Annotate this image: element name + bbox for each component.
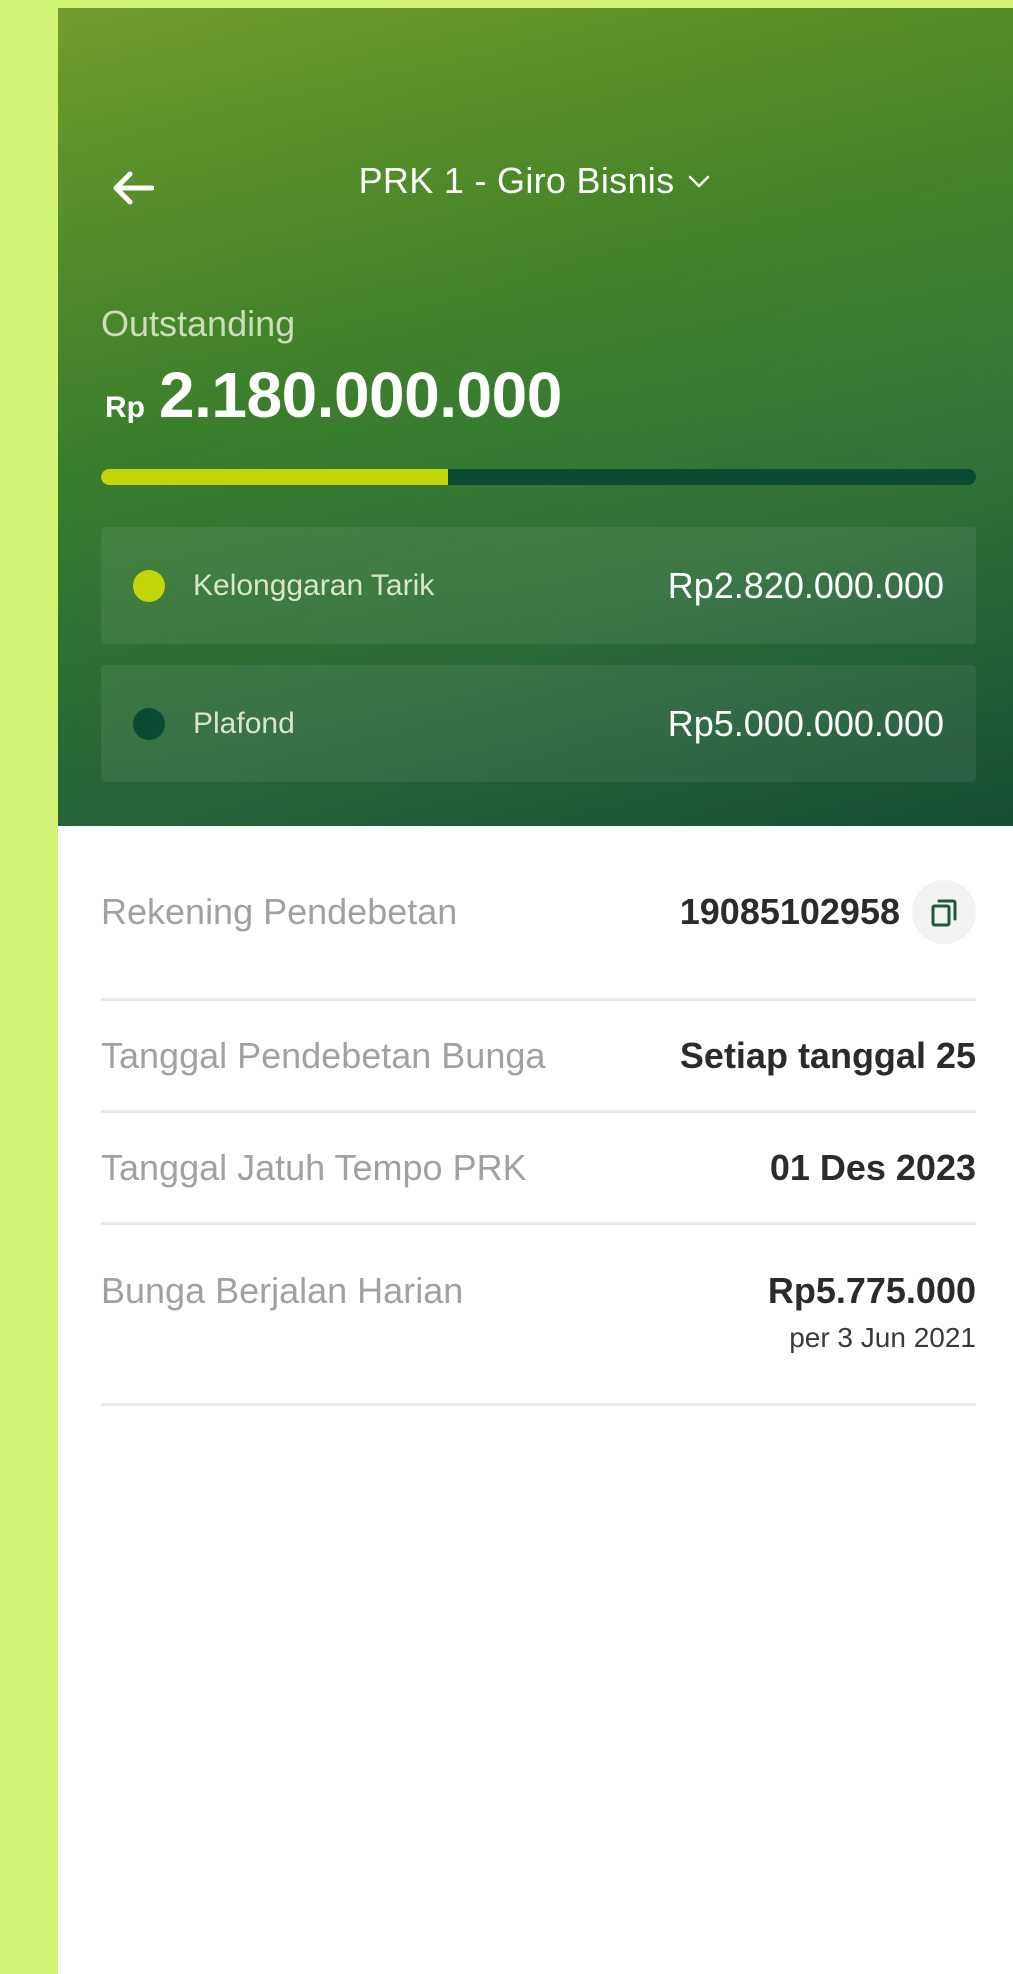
currency-label: Rp	[105, 391, 145, 424]
detail-label: Tanggal Pendebetan Bunga	[101, 1034, 546, 1076]
copy-button[interactable]	[912, 880, 976, 944]
usage-progress-fill	[101, 469, 448, 485]
info-card-kelonggaran-tarik: Kelonggaran Tarik Rp2.820.000.000	[101, 527, 976, 644]
account-details: Rekening Pendebetan 19085102958 Tanggal …	[101, 826, 976, 1406]
account-title: PRK 1 - Giro Bisnis	[358, 160, 675, 201]
detail-value: Setiap tanggal 25	[679, 1034, 976, 1076]
legend-dot	[133, 707, 165, 740]
detail-value-stack: Rp5.775.000 per 3 Jun 2021	[768, 1270, 976, 1354]
detail-value-group: 19085102958	[680, 880, 976, 944]
detail-row-tanggal-pendebetan-bunga: Tanggal Pendebetan Bunga Setiap tanggal …	[101, 1001, 976, 1113]
amount-value: 2.180.000.000	[159, 359, 562, 431]
detail-value: 01 Des 2023	[769, 1146, 976, 1188]
detail-subvalue: per 3 Jun 2021	[789, 1322, 976, 1353]
outstanding-amount: Rp 2.180.000.000	[105, 358, 562, 432]
legend-dot	[133, 569, 165, 602]
card-label: Kelonggaran Tarik	[193, 568, 435, 602]
outstanding-label: Outstanding	[101, 303, 296, 344]
info-card-plafond: Plafond Rp5.000.000.000	[101, 665, 976, 782]
detail-label: Rekening Pendebetan	[101, 891, 458, 932]
app-screen: PRK 1 - Giro Bisnis Outstanding Rp 2.180…	[58, 8, 1013, 1974]
account-selector[interactable]: PRK 1 - Giro Bisnis	[58, 160, 1013, 202]
detail-label: Tanggal Jatuh Tempo PRK	[101, 1146, 527, 1188]
card-value: Rp5.000.000.000	[667, 702, 944, 744]
account-header: PRK 1 - Giro Bisnis Outstanding Rp 2.180…	[58, 8, 1013, 826]
card-value: Rp2.820.000.000	[667, 564, 944, 606]
detail-row-rekening-pendebetan: Rekening Pendebetan 19085102958	[101, 826, 976, 1001]
chevron-down-icon	[686, 169, 712, 195]
usage-progress-bar	[101, 469, 976, 485]
copy-icon	[931, 899, 957, 927]
detail-row-tanggal-jatuh-tempo: Tanggal Jatuh Tempo PRK 01 Des 2023	[101, 1113, 976, 1225]
detail-row-bunga-berjalan-harian: Bunga Berjalan Harian Rp5.775.000 per 3 …	[101, 1225, 976, 1406]
detail-value: Rp5.775.000	[767, 1270, 976, 1311]
card-label: Plafond	[193, 706, 295, 740]
detail-label: Bunga Berjalan Harian	[101, 1270, 464, 1311]
account-number: 19085102958	[679, 891, 900, 932]
